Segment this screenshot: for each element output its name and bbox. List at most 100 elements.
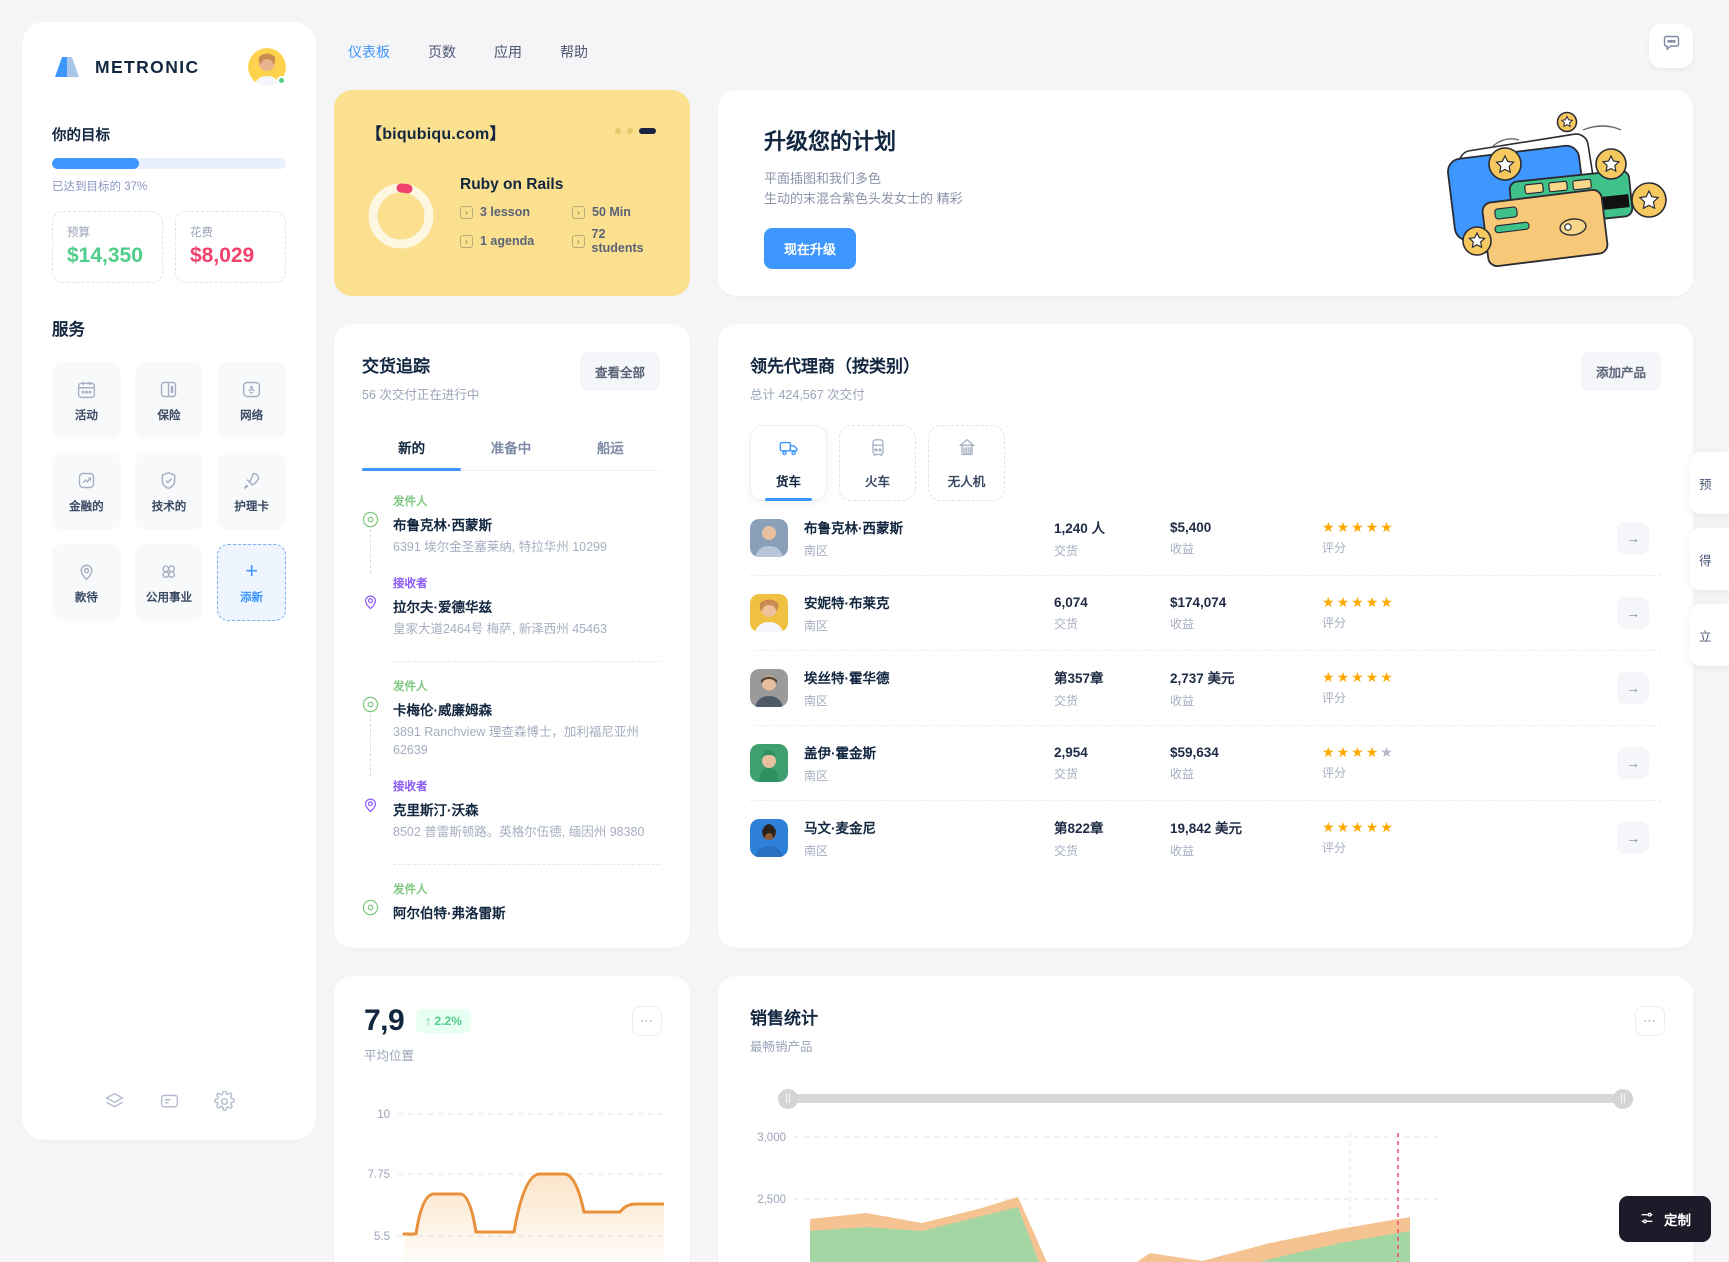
view-all-button[interactable]: 查看全部 [579, 352, 660, 391]
tab-dashboard[interactable]: 仪表板 [334, 36, 404, 68]
service-tile-label: 添新 [240, 592, 264, 604]
agent-rating: ★ ★ ★ ★ ★ 评分 [1322, 595, 1617, 631]
chip-train[interactable]: 火车 [839, 425, 916, 501]
service-tile-network[interactable]: 网络 [217, 362, 286, 439]
stat-spent-label: 花费 [190, 227, 213, 239]
chat-icon [1661, 33, 1682, 59]
tab-apps[interactable]: 应用 [480, 36, 536, 68]
sender-marker-icon [362, 696, 379, 713]
calendar-icon [76, 379, 97, 400]
promo-dot[interactable] [615, 128, 621, 134]
avatar[interactable] [248, 48, 286, 86]
service-tile-hospitality[interactable]: 款待 [52, 544, 121, 621]
service-tile-add-new[interactable]: + 添新 [217, 544, 286, 621]
service-tile-label: 保险 [157, 409, 181, 422]
agent-region: 南区 [804, 619, 829, 633]
upgrade-now-button[interactable]: 现在升级 [764, 228, 857, 270]
leg-address: 皇家大道2464号 梅萨, 新泽西州 45463 [393, 621, 607, 636]
y-tick-label: 10 [377, 1109, 390, 1121]
rail-card[interactable]: 立 [1689, 604, 1729, 666]
customize-button[interactable]: 定制 [1619, 1196, 1711, 1242]
delivery-header: 交货追踪 56 次交付正在进行中 查看全部 [362, 352, 660, 403]
average-delta-badge: ↑ 2.2% [416, 1008, 471, 1033]
tab-help[interactable]: 帮助 [546, 36, 602, 68]
gear-icon[interactable] [213, 1091, 235, 1112]
arrow-right-icon[interactable]: → [1617, 597, 1649, 629]
truck-icon [778, 437, 800, 462]
chip-drone[interactable]: 无人机 [928, 425, 1005, 501]
star-filled-icon: ★ [1336, 669, 1350, 685]
arrow-right-icon[interactable]: → [1617, 747, 1649, 779]
chat-button[interactable] [1649, 24, 1693, 68]
layers-icon[interactable] [104, 1091, 125, 1112]
service-tile-carecard[interactable]: 护理卡 [217, 453, 286, 530]
ellipsis-icon[interactable]: ⋯ [632, 1005, 662, 1036]
star-filled-icon: ★ [1336, 594, 1350, 610]
promo-dot[interactable] [627, 128, 633, 134]
arrow-right-icon[interactable]: → [1617, 672, 1649, 704]
promo-meta-item: › 72 students [572, 227, 658, 255]
message-icon[interactable] [159, 1091, 180, 1112]
agent-avatar [750, 819, 788, 857]
receiver-marker-icon [362, 593, 379, 610]
agent-name: 马文·麦金尼 [804, 821, 876, 836]
services-grid: 活动 保险 网络 金融的 技术的 护理卡 款待 公用事业 + 添新 [52, 362, 286, 621]
agent-deliveries: 第357章 交货 [1054, 667, 1170, 709]
delivery-tab-preparing[interactable]: 准备中 [461, 427, 560, 470]
rail-card[interactable]: 得 [1689, 528, 1729, 590]
star-filled-icon: ★ [1380, 594, 1393, 610]
online-status-dot [277, 76, 286, 85]
promo-pagination[interactable] [615, 128, 656, 134]
brand[interactable]: METRONIC [52, 52, 200, 82]
tab-pages[interactable]: 页数 [414, 36, 470, 68]
promo-meta-item: › 50 Min [572, 205, 658, 219]
promo-dot-active[interactable] [639, 128, 656, 134]
upgrade-plan-card: 升级您的计划 平面插图和我们多色 生动的末混合紫色头发女士的 精彩 现在升级 [718, 90, 1693, 296]
agent-rating-caption: 评分 [1322, 691, 1347, 705]
agent-deliveries: 2,954 交货 [1054, 745, 1170, 782]
chip-truck[interactable]: 货车 [750, 425, 827, 501]
leg-body: 接收者 拉尔夫·爱德华兹 皇家大道2464号 梅萨, 新泽西州 45463 [393, 575, 607, 639]
agents-header: 领先代理商（按类别） 总计 424,567 次交付 添加产品 [750, 352, 1661, 403]
leg-address: 3891 Ranchview 理查森博士，加利福尼亚州 62639 [393, 724, 639, 758]
service-tile-activity[interactable]: 活动 [52, 362, 121, 439]
agent-name: 安妮特·布莱克 [804, 596, 890, 611]
timeline-leg: 发件人 布鲁克林·西蒙斯 6391 埃尔金圣塞莱纳, 特拉华州 10299 [362, 493, 660, 575]
star-filled-icon: ★ [1365, 594, 1379, 610]
services-title: 服务 [52, 321, 85, 339]
agent-deliveries: 第822章 交货 [1054, 817, 1170, 859]
agent-avatar [750, 669, 788, 707]
agent-deliveries-caption: 交货 [1054, 766, 1079, 781]
agent-revenue: 19,842 美元 收益 [1170, 817, 1322, 859]
shield-check-icon [158, 470, 179, 491]
star-filled-icon: ★ [1322, 594, 1335, 610]
range-slider-handle-left[interactable]: || [778, 1088, 798, 1109]
service-tile-technical[interactable]: 技术的 [134, 453, 204, 530]
service-tile-utilities[interactable]: 公用事业 [134, 544, 204, 621]
arrow-right-icon[interactable]: → [1617, 822, 1649, 854]
star-filled-icon: ★ [1322, 519, 1335, 535]
agent-rating-caption: 评分 [1322, 841, 1347, 855]
table-row: 安妮特·布莱克 南区 6,074 交货 $174,074 收益 ★ ★ ★ ★ ★ [750, 576, 1661, 651]
wallet-cards-illustration [1433, 100, 1673, 295]
chip-label: 火车 [864, 474, 890, 489]
agent-region: 南区 [804, 544, 829, 558]
arrow-right-icon[interactable]: → [1617, 522, 1649, 554]
agent-revenue-value: $5,400 [1170, 519, 1212, 535]
star-filled-icon: ★ [1336, 744, 1350, 760]
range-slider-track[interactable] [792, 1093, 1619, 1103]
rail-card[interactable]: 预 [1689, 452, 1729, 514]
service-tile-insurance[interactable]: 保险 [134, 362, 204, 439]
add-product-button[interactable]: 添加产品 [1580, 352, 1661, 391]
service-tile-label: 金融的 [69, 500, 104, 513]
delivery-tab-shipping[interactable]: 船运 [561, 427, 660, 470]
sales-range-slider[interactable]: || || [750, 1088, 1661, 1109]
range-slider-handle-right[interactable]: || [1613, 1088, 1633, 1109]
average-headline: 7,9 ↑ 2.2% [364, 1004, 660, 1038]
service-tile-financial[interactable]: 金融的 [52, 453, 121, 530]
ellipsis-icon[interactable]: ⋯ [1635, 1005, 1665, 1036]
agent-revenue-caption: 收益 [1170, 541, 1195, 556]
goal-caption: 已达到目标的 37% [52, 181, 148, 193]
delivery-tab-new[interactable]: 新的 [362, 427, 462, 471]
agent-rating-caption: 评分 [1322, 766, 1347, 780]
